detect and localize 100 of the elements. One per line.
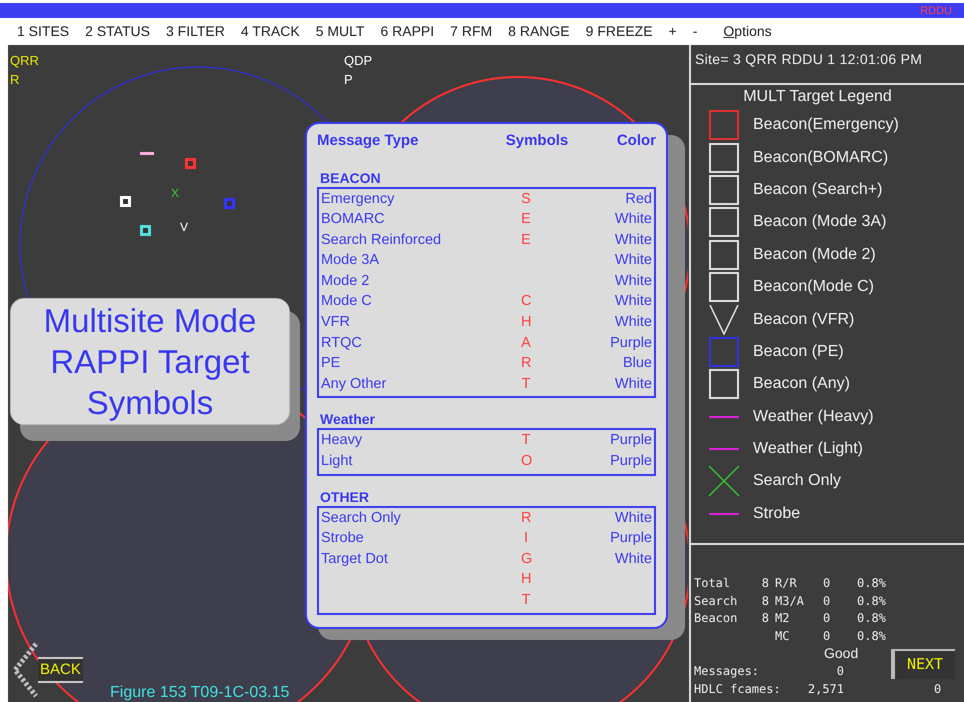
title-text: Multisite Mode RAPPI Target Symbols (44, 301, 256, 423)
message-type: Target Dot (321, 550, 388, 567)
color-name: Red (625, 190, 652, 206)
legend-label: Beacon (Mode 3A) (753, 212, 886, 232)
menu-item[interactable]: 1 SITES (17, 21, 70, 42)
message-type: Any Other (321, 376, 386, 392)
counter-value: 0 (934, 680, 942, 698)
symbol-letter: I (524, 530, 528, 546)
column-header: Color (616, 131, 656, 151)
stat-value: 0 (823, 576, 830, 590)
title-text: RDDU (920, 4, 952, 16)
menu-item[interactable]: Options (723, 21, 772, 42)
message-type: Search Reinforced (321, 232, 442, 248)
menu-item[interactable]: 4 TRACK (240, 21, 300, 42)
legend-label: Weather (Heavy) (753, 406, 874, 427)
color-name: Purple (610, 530, 652, 546)
site-status: Site= 3 QRR RDDU 1 12:01:06 PM (695, 51, 922, 67)
menu-item[interactable]: - (692, 21, 698, 42)
legend-label: Beacon (Any) (753, 374, 850, 394)
column-header: Message Type (317, 131, 420, 151)
menu-item[interactable]: 7 RFM (450, 21, 492, 42)
symbol-letter: T (522, 592, 530, 608)
site-label: QDP P (344, 52, 372, 89)
stat-code: M2 (775, 611, 790, 625)
legend-title: MULT Target Legend (742, 87, 893, 107)
site-label: QRR R (10, 52, 39, 89)
target-symbol: X (171, 187, 180, 199)
stat-percent: 0.8% (857, 576, 886, 590)
stat-value: 0 (823, 611, 830, 625)
color-name: White (614, 293, 652, 310)
color-name: Purple (610, 432, 652, 448)
symbol-letter: H (521, 314, 532, 330)
counter-label: HDLC fcames: (694, 680, 782, 698)
color-name: Purple (610, 453, 652, 470)
symbol-letter: E (521, 232, 531, 248)
message-type: BOMARC (321, 211, 385, 228)
stat-percent: 0.8% (857, 628, 886, 642)
message-type: Strobe (321, 530, 364, 546)
figure-caption: Figure 153 T09-1C-03.15 (110, 683, 290, 702)
legend-label: Beacon(BOMARC) (753, 148, 888, 168)
menu-item[interactable]: 9 FREEZE (586, 21, 653, 42)
stat-value: 0 (823, 628, 830, 642)
menu-item[interactable]: + (668, 21, 677, 42)
section-title: OTHER (319, 488, 370, 506)
link-status: Good (824, 645, 858, 661)
target-symbol: V (180, 221, 188, 233)
section-title: Weather (319, 411, 376, 428)
stat-code: R/R (775, 576, 797, 590)
stat-label: Beacon (694, 611, 738, 625)
symbol-letter: G (521, 550, 532, 567)
legend-label: Beacon(Mode C) (753, 277, 874, 298)
symbol-letter: A (521, 334, 531, 351)
legend-label: Search Only (753, 471, 842, 492)
symbol-letter: T (522, 376, 530, 392)
color-name: White (614, 272, 652, 289)
symbol-letter: R (521, 355, 532, 372)
message-type: PE (321, 355, 340, 372)
symbol-letter: E (521, 211, 531, 228)
stat-value: 0 (823, 594, 830, 608)
back-button[interactable]: BACK (12, 642, 92, 698)
color-name: White (614, 550, 652, 567)
color-name: Blue (622, 355, 652, 372)
color-name: White (614, 252, 652, 268)
color-name: White (614, 211, 652, 228)
legend-label: Beacon(Emergency) (753, 115, 899, 136)
stat-count: 8 (762, 576, 769, 590)
legend-label: Beacon (Mode 2) (753, 244, 876, 265)
column-header: Symbols (504, 131, 570, 151)
next-button[interactable]: NEXT (891, 649, 955, 679)
legend-label: Beacon (PE) (753, 342, 844, 362)
color-name: White (614, 232, 652, 248)
legend-label: Beacon (Search+) (753, 180, 882, 200)
menu-item[interactable]: 8 RANGE (508, 21, 570, 42)
counter-value: 2,571 (806, 680, 844, 698)
color-name: Purple (610, 334, 652, 351)
message-type: Heavy (321, 432, 362, 448)
menu-item[interactable]: 5 MULT (316, 21, 364, 42)
symbol-letter: T (522, 432, 530, 448)
stat-code: MC (775, 628, 790, 642)
color-name: White (614, 376, 652, 392)
menu-item[interactable]: 6 RAPPI (380, 21, 434, 42)
legend-label: Weather (Light) (753, 439, 863, 460)
color-name: White (614, 314, 652, 330)
symbol-letter: H (521, 571, 532, 588)
symbol-letter: R (521, 510, 532, 526)
message-type: VFR (321, 314, 350, 330)
stat-percent: 0.8% (857, 611, 886, 625)
symbol-letter: C (521, 293, 532, 310)
counter-value: 0 (836, 663, 844, 680)
message-type: Light (321, 453, 352, 470)
symbol-letter: O (521, 453, 532, 470)
legend-label: Beacon (VFR) (753, 310, 854, 330)
menu-item[interactable]: 3 FILTER (166, 21, 225, 42)
message-type: Mode C (321, 293, 372, 310)
menu-item[interactable]: 2 STATUS (85, 21, 150, 42)
color-name: White (614, 510, 652, 526)
message-type: Mode 3A (321, 252, 380, 268)
section-title: BEACON (319, 170, 382, 186)
stat-percent: 0.8% (857, 594, 886, 608)
message-type: Emergency (321, 190, 394, 206)
